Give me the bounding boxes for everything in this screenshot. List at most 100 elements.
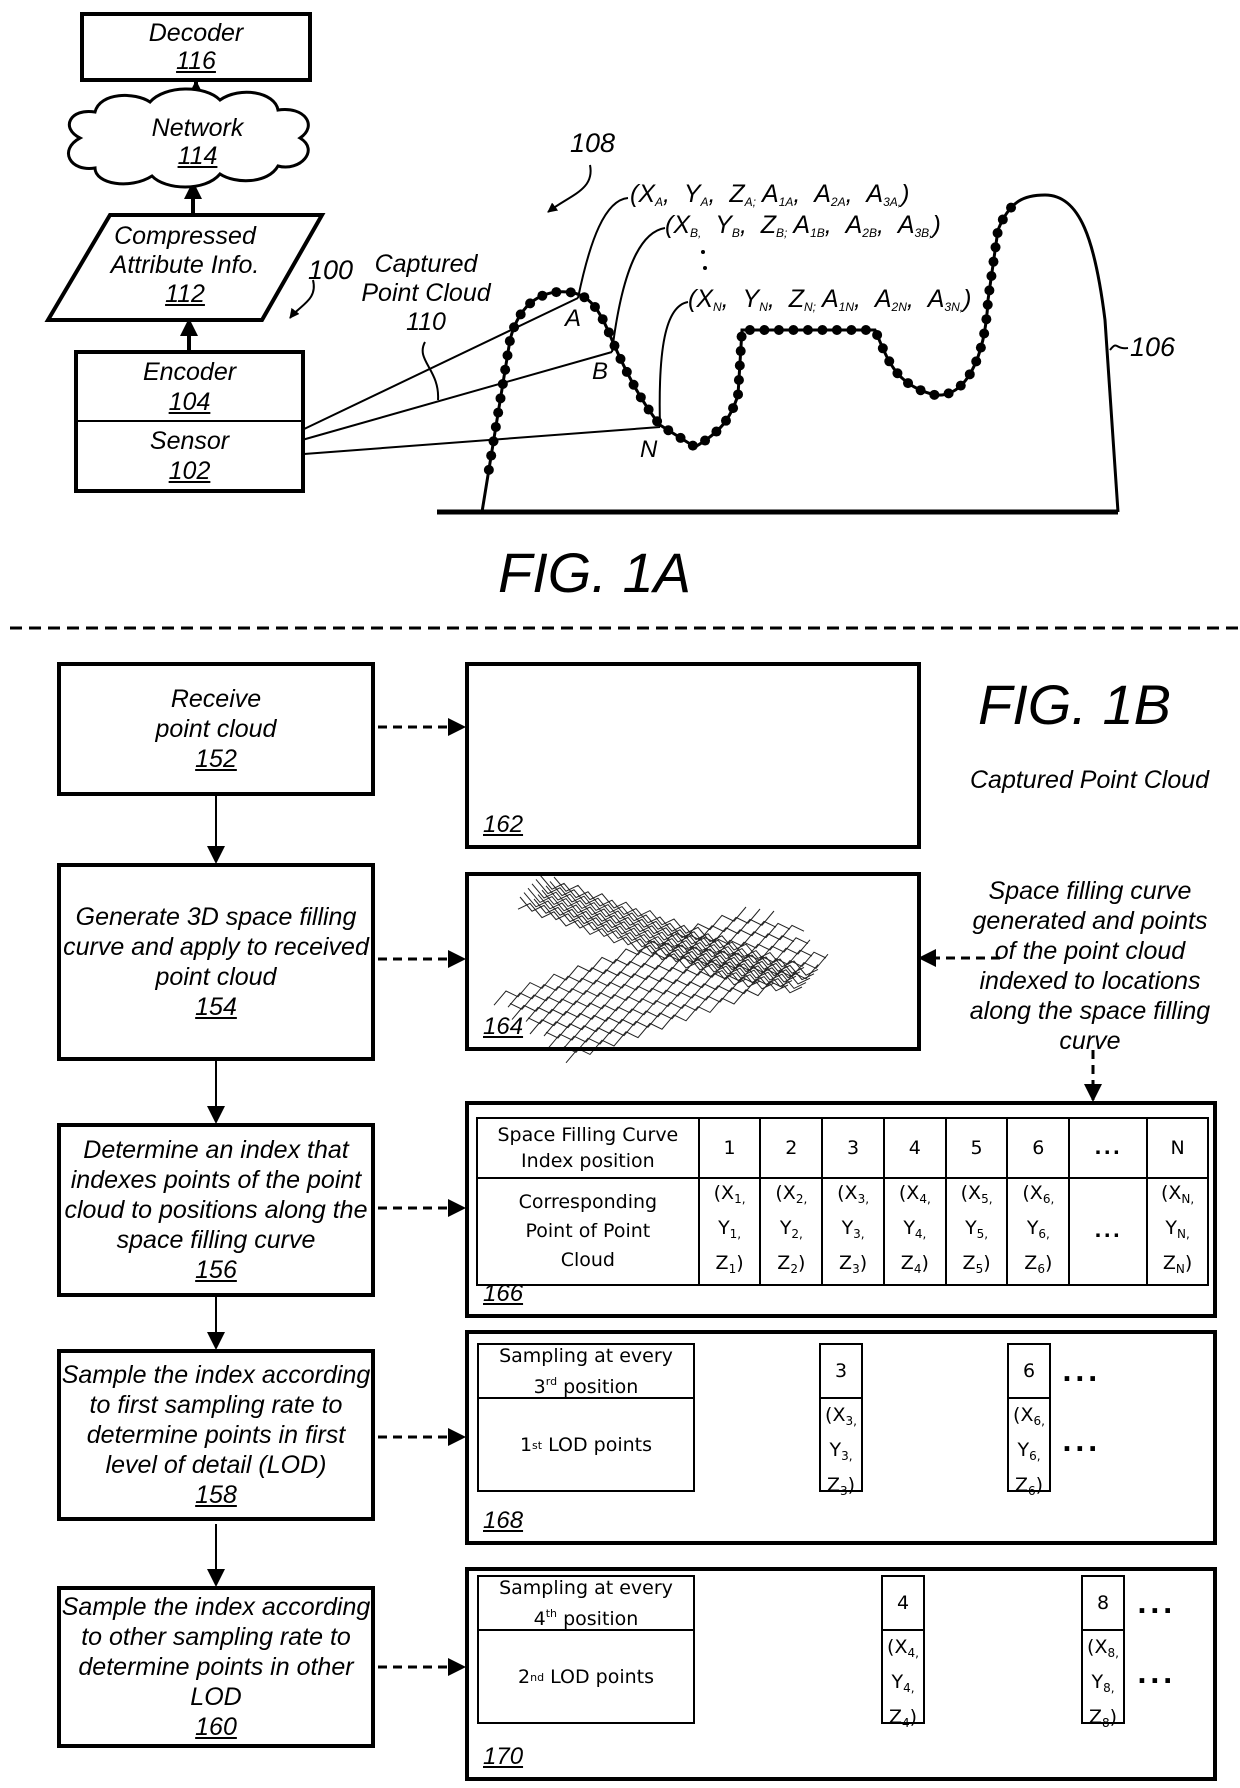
lod2-header-line2: 4th position bbox=[534, 1601, 639, 1632]
panel-space-filling-curve: 164 bbox=[465, 872, 921, 1051]
step-sample-first-rate: Sample the index according to first samp… bbox=[57, 1349, 375, 1521]
captured-point bbox=[915, 385, 926, 396]
lod2-ellipsis-top: ... bbox=[1137, 1590, 1176, 1620]
fig1a-title: FIG. 1A bbox=[498, 541, 691, 604]
sample-point: (X8, Y8, Z8) bbox=[1081, 1631, 1125, 1730]
header-line: Index position bbox=[521, 1150, 655, 1172]
captured-point bbox=[955, 380, 966, 391]
lod2-sample: 4 (X4, Y4, Z4) bbox=[881, 1575, 925, 1730]
step-158-line1: Sample the index according bbox=[61, 1361, 371, 1389]
lod1-rate-suffix: rd bbox=[545, 1374, 558, 1388]
captured-point bbox=[728, 403, 739, 414]
annotation-line3: of the point cloud bbox=[994, 937, 1186, 965]
captured-point bbox=[802, 325, 813, 335]
lod2-rate: 4 bbox=[533, 1607, 546, 1630]
decoder-label: Decoder bbox=[148, 19, 244, 47]
annotation-line5: along the space filling bbox=[969, 997, 1211, 1025]
step-152-line2: point cloud bbox=[155, 715, 277, 743]
captured-point bbox=[990, 242, 1001, 253]
position-cell: 1 bbox=[697, 1117, 762, 1179]
lod2-sampling-header: Sampling at every 4th position bbox=[477, 1575, 695, 1631]
terrain-object-outline bbox=[480, 193, 1120, 513]
object-ref: 106 bbox=[1130, 332, 1176, 362]
captured-point bbox=[988, 256, 999, 267]
lod2-sample: 8 (X8, Y8, Z8) bbox=[1081, 1575, 1125, 1730]
encoder-ref: 104 bbox=[168, 388, 211, 416]
ellipsis-dot bbox=[703, 266, 707, 270]
captured-point bbox=[979, 328, 990, 339]
lod1-sample: 6 (X6, Y6, Z6) bbox=[1007, 1343, 1051, 1498]
point-cell: (X1, Y1, Z1) bbox=[697, 1177, 762, 1286]
captured-point bbox=[509, 322, 520, 333]
captured-point bbox=[597, 314, 608, 325]
sample-index: 4 bbox=[881, 1575, 925, 1631]
captured-point-cloud-label: Captured Point Cloud 110 bbox=[356, 250, 496, 337]
row-header-corresponding-point: Corresponding Point of Point Cloud bbox=[476, 1177, 700, 1286]
point-cell: (XN, YN, ZN) bbox=[1146, 1177, 1209, 1286]
point-label-N: N bbox=[640, 436, 658, 463]
captured-point bbox=[628, 379, 639, 390]
point-tuple-N: (XN, YN, ZN; A1N, A2N, A3N,) bbox=[688, 285, 972, 314]
sensor-block: Sensor 102 bbox=[74, 420, 305, 493]
compressed-line2: Attribute Info. bbox=[110, 251, 260, 279]
lod1-ordinal-suffix: st bbox=[532, 1439, 543, 1452]
captured-point bbox=[877, 343, 888, 354]
captured-point bbox=[711, 426, 722, 437]
captured-point bbox=[744, 325, 755, 335]
captured-point bbox=[903, 378, 914, 389]
step-154-line1: Generate 3D space filling bbox=[75, 903, 357, 931]
header-line: Space Filling Curve bbox=[497, 1124, 679, 1146]
header-line: Corresponding bbox=[518, 1191, 658, 1213]
captured-point bbox=[992, 227, 1003, 238]
step-154-line2: curve and apply to received bbox=[63, 933, 369, 961]
captured-point bbox=[675, 432, 686, 443]
lod1-ordinal: 1 bbox=[519, 1434, 533, 1456]
lod1-header-line1: Sampling at every bbox=[499, 1344, 673, 1367]
point-tuple-A: (XA, YA, ZA; A1A, A2A, A3A,) bbox=[630, 180, 910, 209]
lod2-ordinal-suffix: nd bbox=[530, 1671, 545, 1684]
decoder-block: Decoder 116 bbox=[80, 12, 312, 82]
captured-point bbox=[515, 309, 526, 320]
captured-point bbox=[483, 464, 494, 475]
captured-point bbox=[773, 325, 784, 335]
captured-point bbox=[734, 360, 745, 371]
captured-point bbox=[493, 407, 504, 418]
header-line: Cloud bbox=[560, 1249, 615, 1271]
position-cell: N bbox=[1146, 1117, 1209, 1179]
captured-point bbox=[733, 389, 744, 400]
lod2-ordinal: 2 bbox=[518, 1666, 531, 1688]
position-cell: 3 bbox=[821, 1117, 885, 1179]
step-156-line1: Determine an index that bbox=[83, 1136, 349, 1164]
step-160-line3: determine points in other bbox=[78, 1653, 354, 1681]
sensor-label: Sensor bbox=[149, 426, 230, 455]
captured-point bbox=[984, 285, 995, 296]
captured-point bbox=[860, 325, 871, 335]
point-label-A: A bbox=[565, 305, 582, 332]
point-label-B: B bbox=[592, 358, 609, 385]
panel-164-ref: 164 bbox=[483, 1013, 524, 1040]
captured-point bbox=[687, 440, 698, 451]
captured-point bbox=[736, 331, 747, 342]
step-160-ref: 160 bbox=[195, 1713, 237, 1741]
step-158-line2: to first sampling rate to bbox=[89, 1391, 343, 1419]
step-generate-space-filling-curve: Generate 3D space filling curve and appl… bbox=[57, 863, 375, 1061]
position-cell: 6 bbox=[1006, 1117, 1071, 1179]
sample-point: (X4, Y4, Z4) bbox=[881, 1631, 925, 1730]
position-cell: 5 bbox=[944, 1117, 1009, 1179]
captured-point bbox=[846, 325, 857, 335]
point-cell: (X5, Y5, Z5) bbox=[944, 1177, 1009, 1286]
point-cell: (X3, Y3, Z3) bbox=[821, 1177, 885, 1286]
captured-point bbox=[579, 292, 590, 303]
lod2-points-label: 2nd LOD points bbox=[477, 1631, 695, 1724]
position-cell: 2 bbox=[759, 1117, 824, 1179]
point-cell: (X6, Y6, Z6) bbox=[1006, 1177, 1071, 1286]
sample-index: 3 bbox=[819, 1343, 863, 1399]
captured-point bbox=[733, 374, 744, 385]
captured-point bbox=[589, 301, 600, 312]
lod2-ellipsis-bottom: ... bbox=[1137, 1660, 1176, 1690]
sample-point: (X3, Y3, Z3) bbox=[819, 1399, 863, 1498]
network-label: Network bbox=[151, 114, 244, 142]
captured-point bbox=[700, 435, 711, 446]
space-filling-annotation: Space filling curve generated and points… bbox=[955, 876, 1225, 1056]
captured-point bbox=[964, 369, 975, 380]
